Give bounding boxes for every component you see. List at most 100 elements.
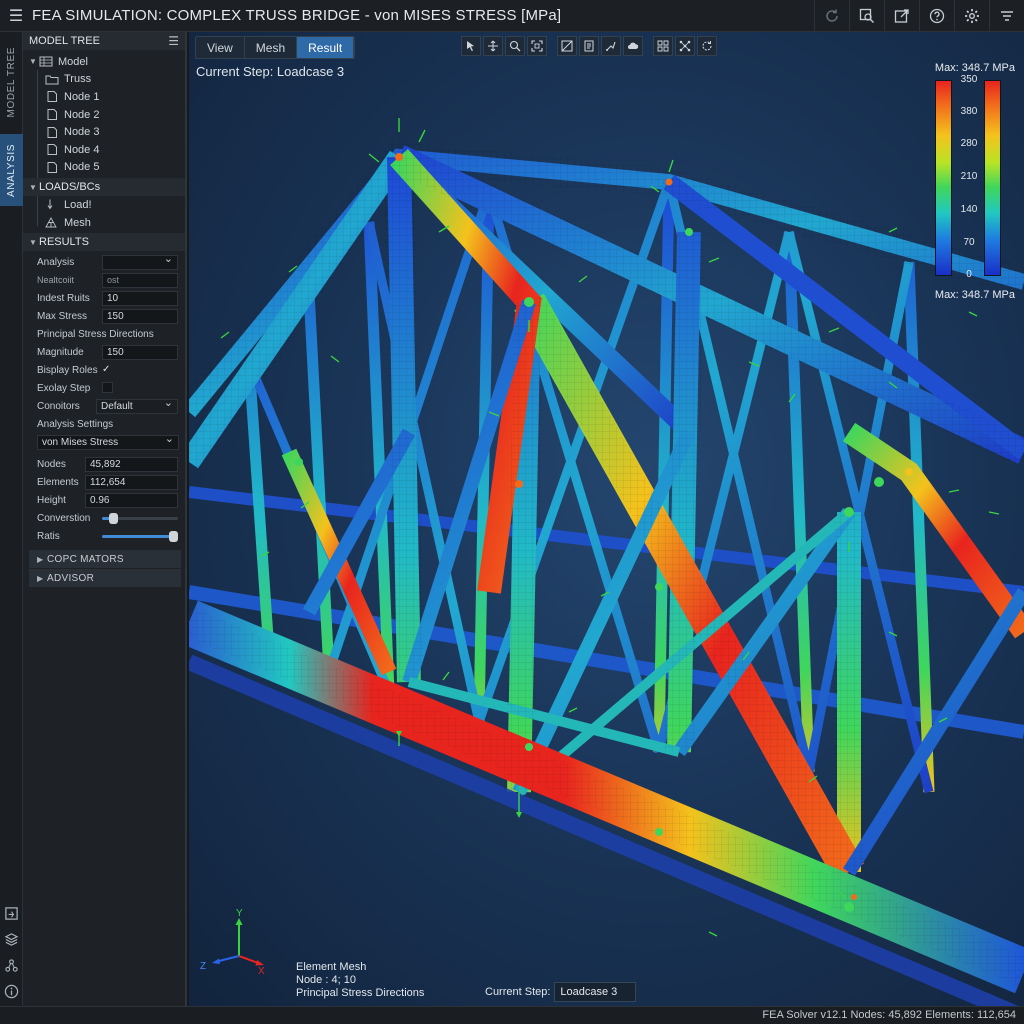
report-tool[interactable]: [579, 36, 599, 56]
status-text: FEA Solver v12.1 Nodes: 45,892 Elements:…: [762, 1009, 1016, 1021]
info-line-mesh: Element Mesh: [296, 961, 367, 973]
tree-item-node-5[interactable]: Node 5: [23, 159, 185, 177]
grid-icon: [657, 40, 669, 52]
elements-field[interactable]: 112,654: [85, 474, 178, 490]
side-panel: MODEL TREE ☰ ▼ Model Truss Node 1 Node 2…: [23, 32, 187, 1006]
tab-view[interactable]: View: [196, 37, 245, 58]
filter-icon: [1001, 11, 1013, 21]
prop-display-step: Exolay Step: [23, 379, 185, 397]
display-roles-checkbox[interactable]: ✓: [102, 364, 113, 375]
prop-display-roles-label: Bisplay Roles: [37, 364, 98, 376]
refresh-button[interactable]: [814, 0, 849, 32]
probe-icon: [606, 41, 616, 51]
prop-magnitude-label: Magnitude: [37, 346, 84, 358]
collapsed-arrow-icon: ▶: [37, 573, 44, 583]
analysis-select[interactable]: [102, 253, 178, 270]
import-icon[interactable]: [4, 906, 19, 921]
axis-triad[interactable]: Y X Z: [199, 906, 271, 978]
current-step-field[interactable]: Loadcase 3: [554, 982, 637, 1002]
cursor-icon: [467, 41, 474, 52]
ratis-slider-handle[interactable]: [169, 531, 178, 543]
prop-analysis-settings: Analysis Settings: [23, 415, 185, 433]
max-stress-field[interactable]: 150: [102, 308, 178, 324]
fit-view-tool[interactable]: [527, 36, 547, 56]
load-icon: [47, 199, 53, 210]
grid-tool[interactable]: [653, 36, 673, 56]
report-icon: [584, 40, 594, 52]
loads-header-label: LOADS/BCs: [39, 181, 101, 194]
tab-mesh[interactable]: Mesh: [245, 37, 298, 58]
tab-result[interactable]: Result: [297, 37, 355, 58]
height-field[interactable]: 0.96: [85, 492, 178, 508]
network-tool[interactable]: [675, 36, 695, 56]
view-mode-toggle: View Mesh Result: [195, 36, 356, 59]
pan-tool[interactable]: [483, 36, 503, 56]
hamburger-menu-icon[interactable]: ☰: [0, 0, 32, 32]
help-button[interactable]: [919, 0, 954, 32]
model-tree-header-label: MODEL TREE: [29, 35, 100, 47]
file-icon: [47, 109, 57, 121]
prop-display-step-label: Exolay Step: [37, 382, 91, 394]
magnitude-field[interactable]: 150: [102, 344, 178, 360]
section-tool[interactable]: [557, 36, 577, 56]
viewport-toolbar: [461, 36, 717, 56]
render-tool[interactable]: [623, 36, 643, 56]
ratis-slider[interactable]: [102, 531, 178, 543]
indest-field[interactable]: 10: [102, 290, 178, 306]
filter-button[interactable]: [989, 0, 1024, 32]
model-tree-header: MODEL TREE ☰: [23, 32, 185, 50]
tree-item-node-4[interactable]: Node 4: [23, 141, 185, 159]
current-step-label: Current Step: Loadcase 3: [196, 64, 345, 79]
nodes-field[interactable]: 45,892: [85, 456, 178, 472]
inspect-button[interactable]: [849, 0, 884, 32]
section-advisor[interactable]: ▶ ADVISOR: [29, 569, 181, 588]
section-advisor-label: ADVISOR: [47, 572, 95, 584]
prop-indest: Indest Ruits 10: [23, 289, 185, 307]
fit-icon: [531, 40, 543, 52]
results-header[interactable]: ▼ RESULTS: [23, 233, 185, 252]
probe-tool[interactable]: [601, 36, 621, 56]
nodes-icon[interactable]: [4, 958, 19, 973]
layers-icon[interactable]: [4, 932, 19, 947]
panel-menu-icon[interactable]: ☰: [168, 34, 179, 48]
prop-stress-type: von Mises Stress: [23, 433, 185, 451]
expand-arrow-icon[interactable]: ▼: [29, 57, 39, 66]
stress-legend: Max: 348.7 MPa 350 380 280 210 140 70 0 …: [929, 62, 1015, 308]
truss-bridge-model[interactable]: [189, 32, 1024, 1006]
section-comparators[interactable]: ▶ COPC MATORS: [29, 550, 181, 569]
results-properties: Analysis Nealtcoiit ost Indest Ruits 10 …: [23, 251, 185, 588]
3d-viewport[interactable]: View Mesh Result Current Step: Loadcase …: [189, 32, 1024, 1006]
tree-item-load[interactable]: Load!: [23, 196, 185, 214]
display-step-checkbox[interactable]: [102, 382, 113, 394]
tree-item-node-3[interactable]: Node 3: [23, 123, 185, 141]
result-field[interactable]: ost: [102, 272, 178, 288]
tree-item-truss[interactable]: Truss: [23, 71, 185, 89]
stress-type-select[interactable]: von Mises Stress: [37, 433, 179, 450]
legend-tick: 380: [960, 106, 978, 117]
tree-item-mesh[interactable]: Mesh: [23, 214, 185, 232]
tree-item-node-2-label: Node 2: [64, 108, 100, 121]
conversion-slider-handle[interactable]: [108, 513, 118, 525]
loads-header[interactable]: ▼ LOADS/BCs: [23, 178, 185, 197]
rail-tab-analysis[interactable]: ANALYSIS: [0, 134, 23, 206]
tree-item-model[interactable]: ▼ Model: [23, 53, 185, 71]
tree-item-node-1[interactable]: Node 1: [23, 88, 185, 106]
rail-tab-model-tree[interactable]: MODEL TREE: [0, 46, 23, 118]
prop-result-label: Nealtcoiit: [37, 275, 75, 286]
rotate-tool[interactable]: [697, 36, 717, 56]
select-tool[interactable]: [461, 36, 481, 56]
info-icon[interactable]: [4, 984, 19, 999]
section-comparators-label: COPC MATORS: [47, 553, 124, 565]
tree-item-node-5-label: Node 5: [64, 161, 100, 174]
conditions-select[interactable]: Default: [96, 397, 178, 414]
zoom-tool[interactable]: [505, 36, 525, 56]
export-button[interactable]: [884, 0, 919, 32]
viewport-info: Element Mesh Node : 4; 10 Principal Stre…: [296, 961, 424, 1000]
current-step-control: Current Step: Loadcase 3: [485, 982, 637, 1002]
tree-item-node-2[interactable]: Node 2: [23, 106, 185, 124]
settings-button[interactable]: [954, 0, 989, 32]
file-icon: [47, 126, 57, 138]
prop-max-stress: Max Stress 150: [23, 307, 185, 325]
conversion-slider[interactable]: [102, 513, 178, 525]
